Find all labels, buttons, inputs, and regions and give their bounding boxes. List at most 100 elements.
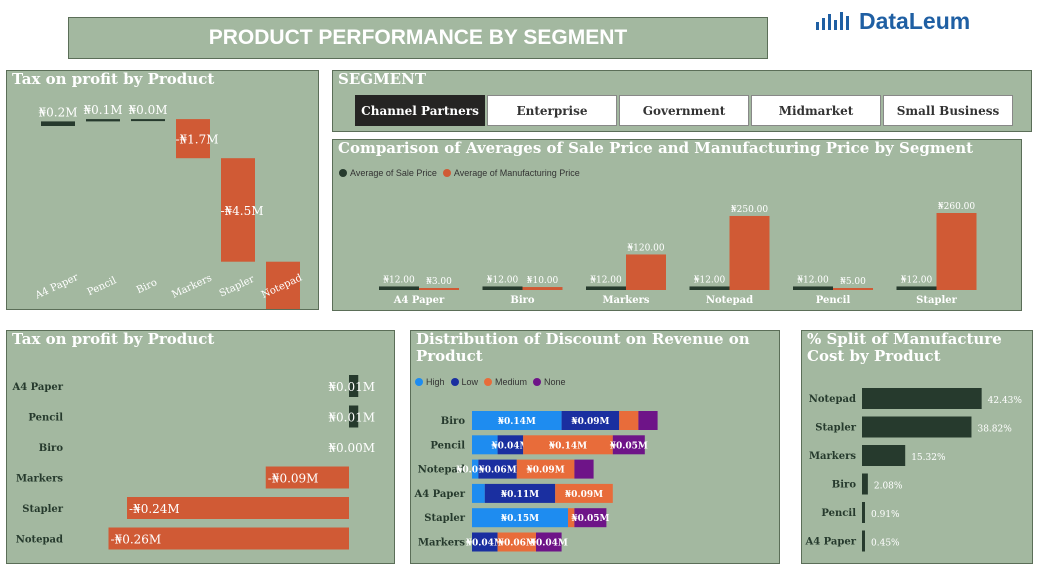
segment-title: SEGMENT bbox=[338, 70, 426, 88]
avg-bar-average-of-sale-price-a4-paper bbox=[379, 286, 419, 290]
avg-axis-label-notepad: Notepad bbox=[706, 295, 753, 306]
mfg-bar-markers bbox=[862, 445, 906, 466]
mfg-axis-label-markers: Markers bbox=[809, 451, 856, 462]
segment-button-channel-partners[interactable]: Channel Partners bbox=[355, 95, 485, 126]
avg-axis-label-a4-paper: A4 Paper bbox=[393, 295, 445, 306]
avg-bar-average-of-manufacturing-price-a4-paper bbox=[419, 288, 459, 290]
waterfall-bar-biro bbox=[131, 119, 165, 122]
avg-price-panel: Comparison of Averages of Sale Price and… bbox=[332, 139, 1022, 311]
tax-axis-label-notepad: Notepad bbox=[16, 535, 63, 546]
avg-bar-average-of-manufacturing-price-stapler bbox=[936, 213, 977, 290]
tax-waterfall-chart: ₦0.2M A4 Paper ₦0.1M Pencil ₦0.0M Biro -₦1.7M M… bbox=[33, 103, 305, 309]
avg-label-average-of-sale-price-notepad: ₦12.00 bbox=[694, 275, 726, 285]
tax-axis-label-stapler: Stapler bbox=[22, 504, 63, 515]
avg-bar-average-of-sale-price-biro bbox=[482, 286, 523, 290]
mfg-axis-label-biro: Biro bbox=[832, 480, 857, 491]
mfg-value-label-stapler: 38.82% bbox=[977, 425, 1012, 435]
avg-bar-average-of-manufacturing-price-biro bbox=[522, 287, 563, 290]
avg-label-average-of-manufacturing-price-stapler: ₦260.00 bbox=[938, 202, 975, 212]
mfg-value-label-notepad: 42.43% bbox=[988, 396, 1023, 406]
avg-label-average-of-sale-price-pencil: ₦12.00 bbox=[797, 275, 829, 285]
segment-button-enterprise[interactable]: Enterprise bbox=[487, 95, 617, 126]
avg-bar-average-of-sale-price-markers bbox=[586, 286, 626, 290]
mfg-value-label-pencil: 0.91% bbox=[871, 510, 900, 520]
avg-label-average-of-sale-price-markers: ₦12.00 bbox=[590, 275, 622, 285]
tax-value-label-markers: -₦0.09M bbox=[268, 472, 319, 486]
avg-bar-average-of-manufacturing-price-pencil bbox=[833, 288, 873, 290]
tax-value-label-a4-paper: ₦0.01M bbox=[328, 380, 375, 394]
mfg-bar-stapler bbox=[862, 416, 972, 438]
discount-bar-medium-biro bbox=[619, 411, 639, 430]
avg-axis-label-markers: Markers bbox=[602, 295, 649, 306]
dataleum-logo: DataLeum bbox=[815, 6, 970, 36]
tax-value-label-stapler: -₦0.24M bbox=[129, 502, 180, 516]
discount-bar-none-notepad bbox=[574, 459, 594, 479]
discount-label-none-markers: ₦0.04M bbox=[530, 539, 568, 549]
avg-label-average-of-manufacturing-price-a4-paper: ₦3.00 bbox=[426, 277, 452, 287]
discount-bar-high-a4-paper bbox=[472, 483, 485, 503]
mfg-bar-biro bbox=[862, 473, 868, 495]
discount-label-none-stapler: ₦0.05M bbox=[571, 514, 609, 524]
tax-value-label-biro: ₦0.00M bbox=[328, 441, 375, 455]
avg-bar-average-of-sale-price-pencil bbox=[793, 286, 833, 290]
segment-button-government[interactable]: Government bbox=[619, 95, 749, 126]
avg-axis-label-stapler: Stapler bbox=[916, 295, 957, 306]
page-title: PRODUCT PERFORMANCE BY SEGMENT bbox=[68, 17, 768, 59]
avg-label-average-of-manufacturing-price-notepad: ₦250.00 bbox=[731, 205, 768, 215]
avg-axis-label-pencil: Pencil bbox=[816, 295, 851, 306]
discount-label-high-stapler: ₦0.15M bbox=[501, 514, 539, 524]
waterfall-label-a4-paper: ₦0.2M bbox=[38, 105, 77, 119]
discount-axis-label-a4-paper: A4 Paper bbox=[413, 489, 465, 500]
mfg-value-label-a4-paper: 0.45% bbox=[871, 539, 900, 549]
mfg-bar-notepad bbox=[862, 388, 982, 409]
discount-label-low-notepad: ₦0.06M bbox=[479, 466, 517, 476]
mfg-bar-pencil bbox=[862, 502, 865, 523]
discount-axis-label-biro: Biro bbox=[441, 416, 466, 427]
waterfall-axis-label-biro: Biro bbox=[135, 277, 159, 296]
tax-axis-label-pencil: Pencil bbox=[28, 413, 63, 424]
avg-label-average-of-manufacturing-price-markers: ₦120.00 bbox=[627, 243, 664, 253]
avg-price-chart: ₦12.00 ₦3.00 A4 Paper ₦12.00 ₦10.00 Biro ₦12.0… bbox=[379, 202, 977, 306]
tax-value-label-pencil: ₦0.01M bbox=[328, 411, 375, 425]
waterfall-axis-label-pencil: Pencil bbox=[86, 275, 118, 298]
avg-label-average-of-manufacturing-price-pencil: ₦5.00 bbox=[840, 277, 866, 287]
avg-label-average-of-sale-price-stapler: ₦12.00 bbox=[901, 275, 933, 285]
discount-chart: Biro ₦0.14M ₦0.09M Pencil ₦0.04M ₦0.14M ₦0.05M… bbox=[413, 411, 658, 552]
discount-label-none-pencil: ₦0.05M bbox=[610, 441, 648, 451]
mfg-split-panel: % Split of Manufacture Cost by Product N… bbox=[801, 330, 1033, 564]
tax-waterfall-panel: Tax on profit by Product ₦0.2M A4 Paper ₦0… bbox=[6, 70, 319, 310]
waterfall-bar-a4-paper bbox=[41, 121, 75, 126]
segment-button-midmarket[interactable]: Midmarket bbox=[751, 95, 881, 126]
waterfall-axis-label-a4-paper: A4 Paper bbox=[33, 272, 81, 302]
discount-label-low-a4-paper: ₦0.11M bbox=[501, 490, 539, 500]
waterfall-bar-pencil bbox=[86, 119, 120, 122]
avg-label-average-of-sale-price-biro: ₦12.00 bbox=[487, 275, 519, 285]
tax-bar-panel: Tax on profit by Product A4 Paper ₦0.01M P… bbox=[6, 330, 395, 564]
mfg-split-chart: Notepad 42.43% Stapler 38.82% Markers 15.32% B… bbox=[804, 388, 1023, 552]
tax-axis-label-biro: Biro bbox=[39, 443, 64, 454]
discount-label-medium-a4-paper: ₦0.09M bbox=[565, 490, 603, 500]
tax-value-label-notepad: -₦0.26M bbox=[111, 533, 162, 547]
discount-label-medium-pencil: ₦0.14M bbox=[549, 441, 587, 451]
mfg-axis-label-pencil: Pencil bbox=[821, 508, 856, 519]
discount-bar-none-biro bbox=[638, 411, 658, 430]
waterfall-label-stapler: -₦4.5M bbox=[220, 204, 263, 218]
waterfall-axis-label-stapler: Stapler bbox=[218, 274, 256, 300]
avg-axis-label-biro: Biro bbox=[510, 295, 535, 306]
avg-bar-average-of-manufacturing-price-notepad bbox=[729, 215, 770, 290]
discount-axis-label-pencil: Pencil bbox=[430, 440, 465, 451]
discount-label-high-biro: ₦0.14M bbox=[498, 417, 536, 427]
logo-text: DataLeum bbox=[859, 7, 971, 34]
waterfall-label-biro: ₦0.0M bbox=[128, 103, 167, 117]
mfg-axis-label-stapler: Stapler bbox=[815, 423, 856, 434]
mfg-value-label-biro: 2.08% bbox=[874, 482, 903, 492]
bar-chart-logo-icon bbox=[816, 12, 849, 30]
mfg-value-label-markers: 15.32% bbox=[911, 453, 946, 463]
segment-button-small-business[interactable]: Small Business bbox=[883, 95, 1013, 126]
waterfall-label-pencil: ₦0.1M bbox=[83, 103, 122, 117]
discount-panel: Distribution of Discount on Revenue on P… bbox=[410, 330, 780, 564]
mfg-bar-a4-paper bbox=[862, 530, 865, 552]
mfg-axis-label-notepad: Notepad bbox=[809, 394, 856, 405]
waterfall-axis-label-markers: Markers bbox=[170, 273, 214, 301]
discount-axis-label-stapler: Stapler bbox=[424, 513, 465, 524]
